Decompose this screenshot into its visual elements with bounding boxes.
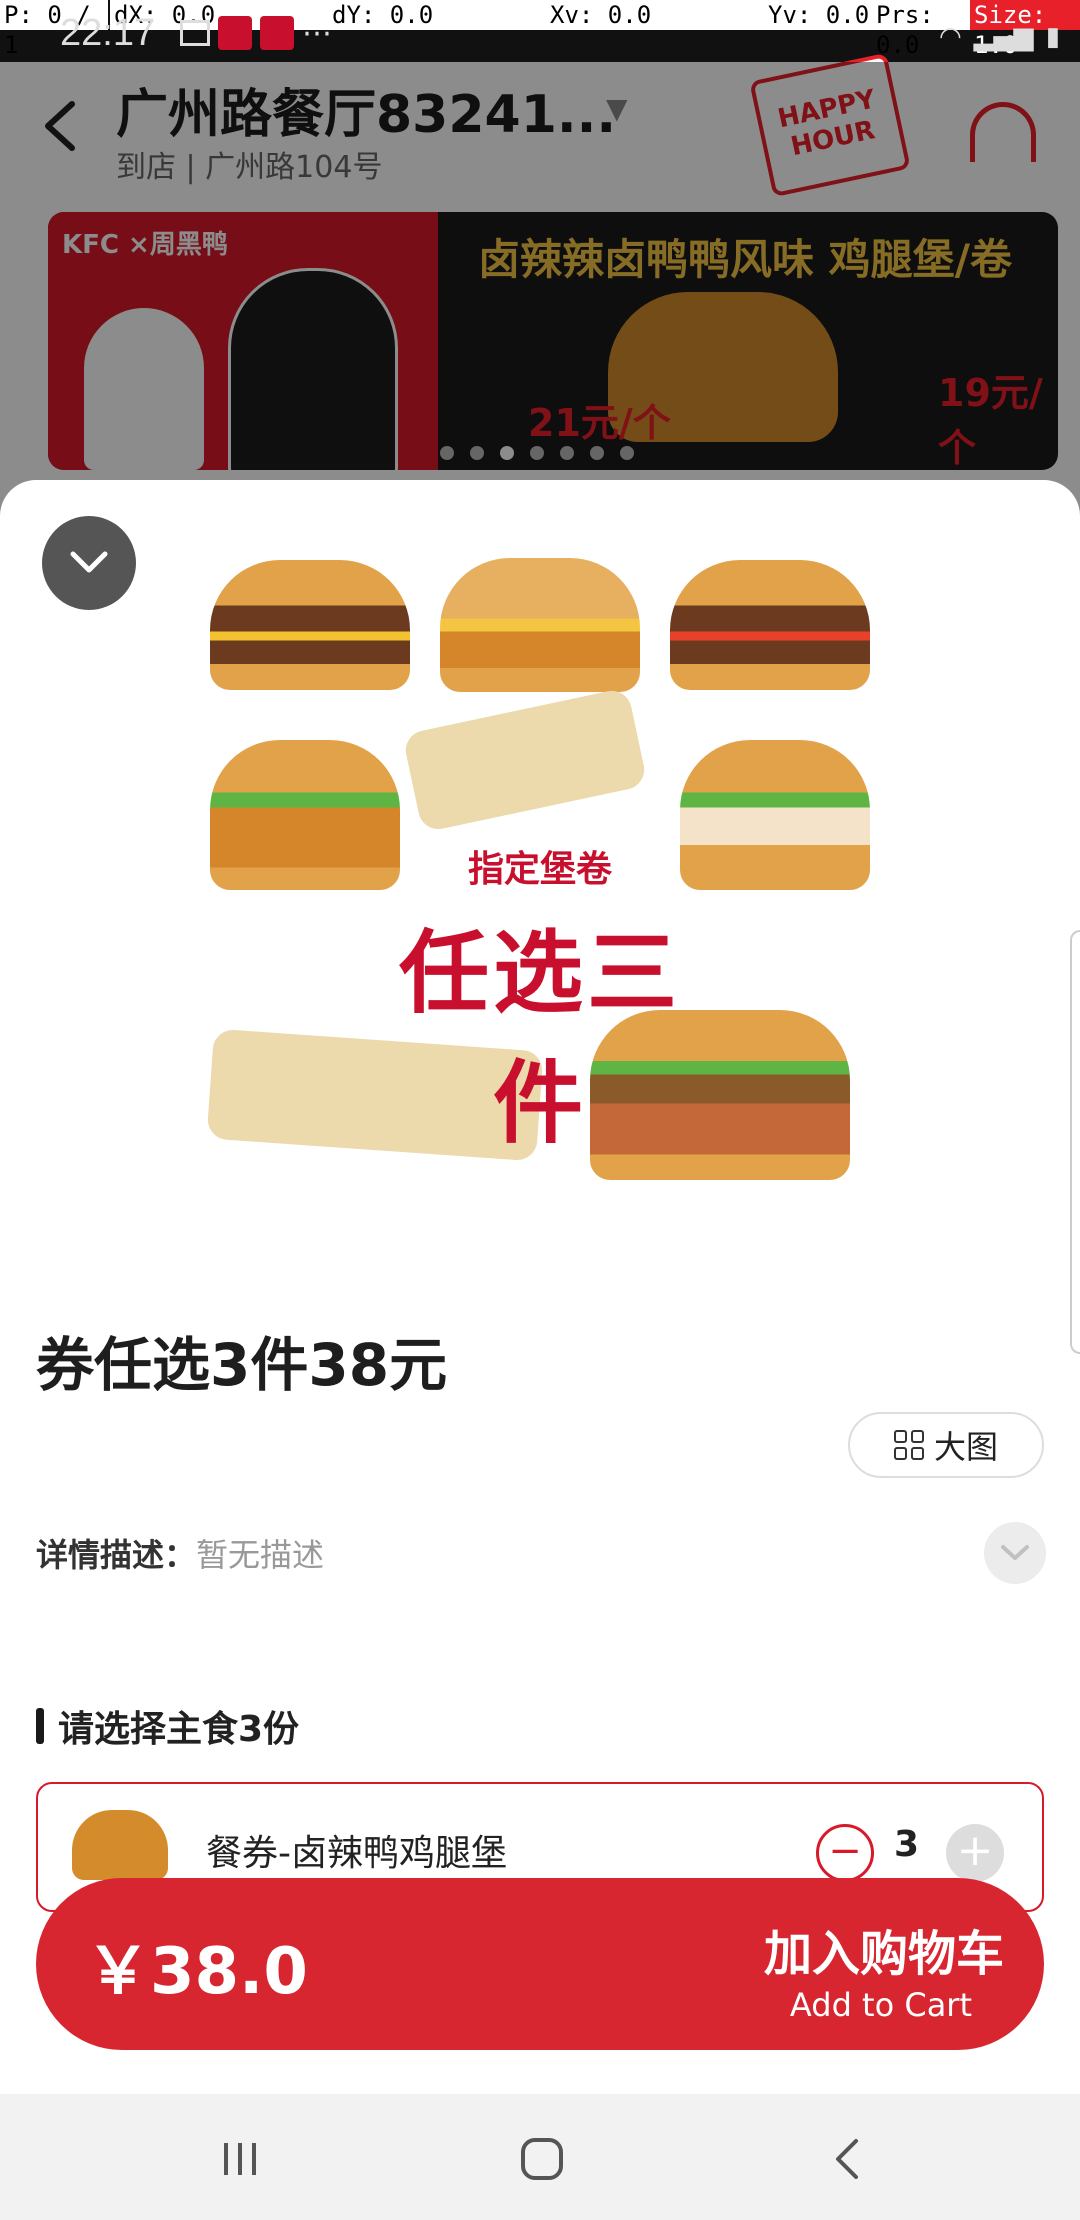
wifi-icon: ◠: [939, 22, 962, 52]
wrap-image: [402, 687, 648, 833]
section-marker: [36, 1708, 44, 1744]
kfc-app-icon: [260, 16, 294, 50]
back-icon: [836, 2139, 858, 2179]
clock: 22:17: [60, 12, 156, 54]
grid-icon: [893, 1430, 924, 1460]
description-label: 详情描述：: [36, 1536, 197, 1574]
total-price: ￥38.0: [86, 1935, 308, 2009]
add-to-cart-label[interactable]: 加入购物车: [764, 1914, 1004, 1984]
home-button[interactable]: [502, 2124, 582, 2194]
decrease-quantity-button[interactable]: −: [816, 1824, 874, 1882]
signal-icon: ▂▄▆: [973, 22, 1034, 52]
system-icons: ◠ ▂▄▆ ▮: [939, 22, 1060, 52]
description-value: 暂无描述: [196, 1536, 325, 1574]
notification-icons: ⋯: [180, 15, 332, 51]
gallery-icon: [180, 20, 210, 46]
burger-image: [680, 740, 870, 890]
chevron-down-icon: [1001, 1545, 1029, 1560]
section-title: 请选择主食3份: [58, 1709, 300, 1750]
item-quantity: 3: [894, 1824, 920, 1865]
increase-quantity-button[interactable]: +: [946, 1824, 1004, 1882]
promo-text-large: 任选三件: [399, 921, 681, 1156]
add-to-cart-bar[interactable]: ￥38.0 加入购物车 Add to Cart: [36, 1878, 1044, 2050]
burger-image: [670, 560, 870, 690]
debug-xv: Xv: 0.0: [546, 0, 764, 30]
recent-apps-icon: [224, 2143, 256, 2175]
product-title: 券任选3件38元: [36, 1331, 448, 1399]
debug-dy: dY: 0.0: [328, 0, 546, 30]
back-nav-button[interactable]: [806, 2124, 886, 2194]
item-name: 餐券-卤辣鸭鸡腿堡: [206, 1833, 507, 1874]
kfc-app-icon: [218, 16, 252, 50]
burger-image: [210, 560, 410, 690]
system-nav-bar: [0, 2094, 1080, 2220]
product-sheet: 指定堡卷 任选三件 券任选3件38元 大图 详情描述：暂无描述 请选择主食3份 …: [0, 480, 1080, 2095]
burger-image: [210, 740, 400, 890]
side-drawer-handle[interactable]: [1070, 930, 1080, 1354]
recent-apps-button[interactable]: [200, 2124, 280, 2194]
big-image-label: 大图: [933, 1428, 998, 1466]
chevron-down-icon: [70, 551, 108, 573]
product-image[interactable]: 指定堡卷 任选三件: [190, 540, 890, 1180]
more-dots-icon: ⋯: [302, 15, 332, 51]
description-row: 详情描述：暂无描述: [36, 1530, 324, 1576]
burger-image: [440, 558, 640, 692]
debug-yv: Yv: 0.0: [764, 0, 872, 30]
battery-icon: ▮: [1045, 22, 1060, 52]
promo-text-small: 指定堡卷: [467, 849, 612, 890]
item-thumbnail: [72, 1810, 168, 1880]
view-large-image-button[interactable]: 大图: [848, 1412, 1044, 1478]
status-bar: P: 0 / 1 dX: 0.0 dY: 0.0 Xv: 0.0 Yv: 0.0…: [0, 0, 1080, 62]
home-icon: [521, 2138, 563, 2180]
add-to-cart-label-en[interactable]: Add to Cart: [790, 1986, 972, 2024]
collapse-button[interactable]: [42, 516, 136, 610]
expand-description-button[interactable]: [984, 1522, 1046, 1584]
